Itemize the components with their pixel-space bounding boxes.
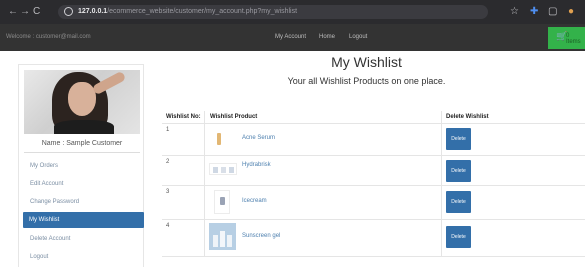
delete-button[interactable]: Delete bbox=[446, 128, 471, 150]
account-sidebar: Name : Sample Customer My Orders Edit Ac… bbox=[18, 64, 144, 267]
site-topbar: Welcome : customer@mail.com My Account H… bbox=[0, 24, 585, 51]
table-row: 3 Icecream Delete bbox=[162, 186, 585, 220]
delete-button[interactable]: Delete bbox=[446, 191, 471, 213]
sidebar-item-logout[interactable]: Logout bbox=[24, 249, 144, 265]
star-icon[interactable]: ☆ bbox=[510, 5, 519, 19]
delete-button[interactable]: Delete bbox=[446, 226, 471, 248]
table-row: 2 Hydrabrisk Delete bbox=[162, 156, 585, 186]
site-info-icon[interactable] bbox=[64, 7, 73, 16]
page-subtitle: Your all Wishlist Products on one place. bbox=[287, 76, 446, 86]
avatar-icon[interactable]: ● bbox=[568, 5, 574, 19]
forward-icon[interactable]: → bbox=[20, 5, 30, 19]
profile-photo bbox=[24, 70, 140, 134]
customer-name: Name : Sample Customer bbox=[24, 136, 140, 153]
browser-toolbar: ← → C 127.0.0.1/ecommerce_website/custom… bbox=[0, 0, 585, 24]
sidebar-item-my-wishlist[interactable]: My Wishlist bbox=[23, 212, 144, 228]
wishlist-table: Wishlist No: Wishlist Product Delete Wis… bbox=[162, 111, 585, 257]
nav-logout[interactable]: Logout bbox=[349, 24, 367, 51]
url-host: 127.0.0.1 bbox=[78, 8, 108, 15]
sidebar-item-change-password[interactable]: Change Password bbox=[24, 194, 144, 210]
wishlist-no: 2 bbox=[166, 159, 170, 165]
wishlist-no: 1 bbox=[166, 127, 170, 133]
wishlist-no: 3 bbox=[166, 189, 170, 195]
delete-button[interactable]: Delete bbox=[446, 160, 471, 182]
product-thumbnail[interactable] bbox=[209, 163, 237, 175]
product-name-link[interactable]: Icecream bbox=[242, 198, 267, 204]
cart-button[interactable]: 🛒 0 Items bbox=[548, 27, 585, 49]
address-bar[interactable]: 127.0.0.1/ecommerce_website/customer/my_… bbox=[58, 5, 488, 19]
product-thumbnail[interactable] bbox=[214, 190, 230, 214]
sidebar-item-delete-account[interactable]: Delete Account bbox=[24, 231, 144, 247]
table-row: 4 Sunscreen gel Delete bbox=[162, 220, 585, 257]
cart-label: 0 Items bbox=[566, 33, 581, 45]
nav-my-account[interactable]: My Account bbox=[275, 24, 306, 51]
column-header-product: Wishlist Product bbox=[210, 114, 258, 120]
welcome-text: Welcome : customer@mail.com bbox=[6, 34, 91, 40]
sidebar-item-edit-account[interactable]: Edit Account bbox=[24, 176, 144, 192]
product-name-link[interactable]: Sunscreen gel bbox=[242, 233, 280, 239]
product-name-link[interactable]: Acne Serum bbox=[242, 135, 275, 141]
reload-icon[interactable]: C bbox=[33, 5, 40, 19]
product-thumbnail[interactable] bbox=[214, 129, 224, 149]
wishlist-no: 4 bbox=[166, 223, 170, 229]
sidebar-item-my-orders[interactable]: My Orders bbox=[24, 158, 144, 174]
nav-home[interactable]: Home bbox=[319, 24, 335, 51]
column-header-no: Wishlist No: bbox=[166, 114, 201, 120]
url-path: /ecommerce_website/customer/my_account.p… bbox=[107, 8, 298, 15]
column-header-delete: Delete Wishlist bbox=[446, 114, 489, 120]
table-row: 1 Acne Serum Delete bbox=[162, 124, 585, 156]
back-icon[interactable]: ← bbox=[8, 5, 18, 19]
product-name-link[interactable]: Hydrabrisk bbox=[242, 162, 271, 168]
page-title: My Wishlist bbox=[331, 54, 402, 70]
product-thumbnail[interactable] bbox=[209, 223, 236, 250]
puzzle-icon[interactable]: ✚ bbox=[530, 5, 538, 19]
sidepanel-icon[interactable]: ▢ bbox=[548, 5, 557, 19]
table-header: Wishlist No: Wishlist Product Delete Wis… bbox=[162, 111, 585, 124]
